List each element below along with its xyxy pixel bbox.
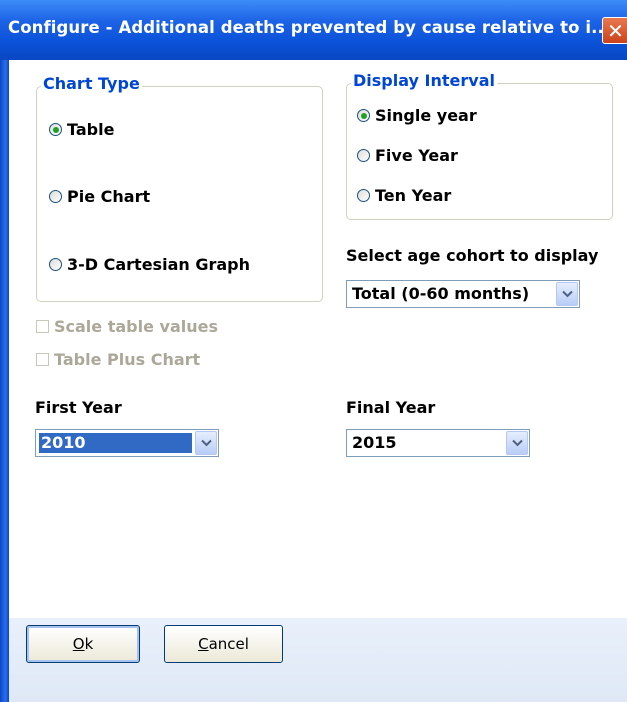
final-year-select-value: 2015 [352,433,397,452]
radio-pie-chart-label: Pie Chart [67,187,151,206]
display-interval-group-title: Display Interval [351,71,497,90]
window-title: Configure - Additional deaths prevented … [8,18,611,37]
cancel-button[interactable]: Cancel [164,625,283,663]
dropdown-arrow-button[interactable] [506,431,528,455]
final-year-label: Final Year [346,398,436,417]
radio-button-icon [49,123,62,136]
final-year-select[interactable]: 2015 [346,429,530,457]
ok-mnemonic: O [72,635,85,653]
radio-button-icon [357,109,370,122]
radio-ten-year[interactable]: Ten Year [357,186,451,205]
chart-type-group-title: Chart Type [41,74,142,93]
chevron-down-icon [512,439,523,447]
chevron-down-icon [201,439,212,447]
dropdown-arrow-button[interactable] [556,282,578,306]
first-year-select-value: 2010 [39,433,192,453]
radio-single-year-label: Single year [375,106,477,125]
dialog-footer: Ok Cancel [9,618,627,702]
radio-five-year-label: Five Year [375,146,458,165]
cancel-mnemonic: C [198,635,209,653]
radio-button-icon [49,190,62,203]
first-year-select[interactable]: 2010 [35,429,219,457]
radio-table[interactable]: Table [49,120,114,139]
close-button[interactable]: ✕ [602,17,627,44]
radio-button-icon [357,149,370,162]
cancel-label-rest: ancel [208,635,249,653]
age-cohort-select-value: Total (0-60 months) [352,284,530,303]
scale-table-values-checkbox[interactable]: Scale table values [36,317,218,336]
radio-button-icon [357,189,370,202]
close-icon: ✕ [607,19,624,43]
radio-3d-cartesian-graph-label: 3-D Cartesian Graph [67,255,250,274]
age-cohort-select[interactable]: Total (0-60 months) [346,280,580,308]
radio-pie-chart[interactable]: Pie Chart [49,187,150,206]
ok-button[interactable]: Ok [26,625,140,663]
radio-ten-year-label: Ten Year [375,186,452,205]
radio-single-year[interactable]: Single year [357,106,477,125]
table-plus-chart-label: Table Plus Chart [54,350,201,369]
checkbox-box [36,320,49,333]
age-cohort-label: Select age cohort to display [346,246,599,265]
scale-table-values-label: Scale table values [54,317,218,336]
chevron-down-icon [562,290,573,298]
dropdown-arrow-button[interactable] [195,431,217,455]
radio-five-year[interactable]: Five Year [357,146,458,165]
radio-button-icon [49,258,62,271]
radio-3d-cartesian-graph[interactable]: 3-D Cartesian Graph [49,255,250,274]
table-plus-chart-checkbox[interactable]: Table Plus Chart [36,350,200,369]
ok-label-rest: k [84,635,94,653]
radio-table-label: Table [67,120,115,139]
title-bar: Configure - Additional deaths prevented … [0,0,627,60]
dialog-client-area: Chart Type Table Pie Chart 3-D Cartesian… [9,60,627,702]
window-frame-left [0,60,9,702]
first-year-label: First Year [35,398,122,417]
checkbox-box [36,353,49,366]
